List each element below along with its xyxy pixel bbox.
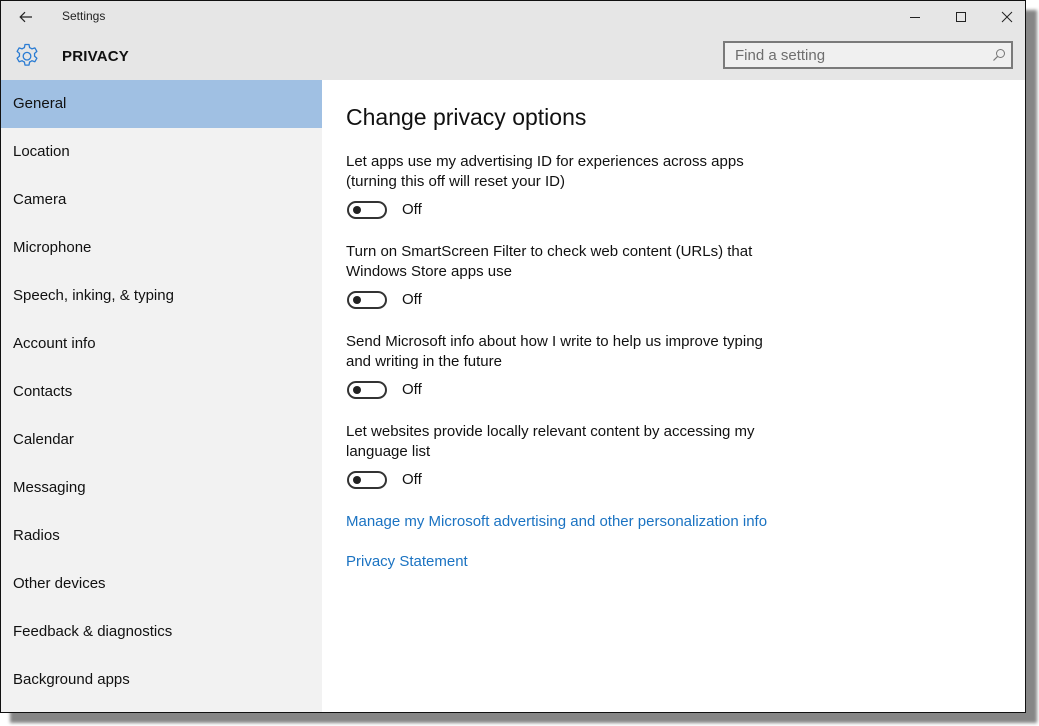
privacy-statement-link[interactable]: Privacy Statement xyxy=(346,553,468,570)
toggle-state-label: Off xyxy=(402,381,422,398)
toggle-state-label: Off xyxy=(402,201,422,218)
minimize-button[interactable] xyxy=(892,1,938,33)
gear-icon xyxy=(16,43,38,66)
sidebar-item-calendar[interactable]: Calendar xyxy=(1,416,322,464)
sidebar-item-radios[interactable]: Radios xyxy=(1,512,322,560)
setting-description: Send Microsoft info about how I write to… xyxy=(346,333,763,370)
setting-smartscreen: Turn on SmartScreen Filter to check web … xyxy=(346,242,796,314)
header: Settings PRIVACY Find a setting xyxy=(1,1,1025,80)
toggle-knob xyxy=(353,476,361,484)
sidebar-item-other-devices[interactable]: Other devices xyxy=(1,560,322,608)
setting-description: Let websites provide locally relevant co… xyxy=(346,423,755,460)
close-icon xyxy=(1001,11,1013,23)
toggle-row: Off xyxy=(346,200,796,224)
maximize-icon xyxy=(956,12,966,22)
settings-window: Settings PRIVACY Find a setting General … xyxy=(0,0,1026,713)
setting-description: Turn on SmartScreen Filter to check web … xyxy=(346,243,753,280)
typing-info-toggle[interactable] xyxy=(347,381,387,399)
sidebar-item-microphone[interactable]: Microphone xyxy=(1,224,322,272)
smartscreen-toggle[interactable] xyxy=(347,291,387,309)
maximize-button[interactable] xyxy=(938,1,984,33)
manage-advertising-link[interactable]: Manage my Microsoft advertising and othe… xyxy=(346,513,767,530)
toggle-knob xyxy=(353,206,361,214)
page-title: PRIVACY xyxy=(62,48,129,65)
toggle-knob xyxy=(353,296,361,304)
minimize-icon xyxy=(910,17,920,18)
toggle-state-label: Off xyxy=(402,291,422,308)
sidebar-item-feedback-diagnostics[interactable]: Feedback & diagnostics xyxy=(1,608,322,656)
toggle-row: Off xyxy=(346,290,796,314)
search-input[interactable] xyxy=(725,43,985,67)
setting-advertising-id: Let apps use my advertising ID for exper… xyxy=(346,152,796,224)
toggle-row: Off xyxy=(346,470,796,494)
search-icon[interactable] xyxy=(992,48,1006,62)
section-heading: Change privacy options xyxy=(346,104,587,130)
sidebar-item-camera[interactable]: Camera xyxy=(1,176,322,224)
arrow-left-icon xyxy=(19,11,32,23)
sidebar-nav: General Location Camera Microphone Speec… xyxy=(1,80,322,712)
setting-language-list: Let websites provide locally relevant co… xyxy=(346,422,796,494)
sidebar-item-account-info[interactable]: Account info xyxy=(1,320,322,368)
language-list-toggle[interactable] xyxy=(347,471,387,489)
search-box[interactable] xyxy=(723,41,1013,69)
toggle-knob xyxy=(353,386,361,394)
sidebar-item-location[interactable]: Location xyxy=(1,128,322,176)
sidebar-item-messaging[interactable]: Messaging xyxy=(1,464,322,512)
back-button[interactable] xyxy=(9,3,43,31)
title-bar: Settings xyxy=(1,1,1025,33)
sidebar-item-speech-inking-typing[interactable]: Speech, inking, & typing xyxy=(1,272,322,320)
setting-typing-info: Send Microsoft info about how I write to… xyxy=(346,332,796,404)
sidebar-item-contacts[interactable]: Contacts xyxy=(1,368,322,416)
app-title: Settings xyxy=(62,9,106,23)
setting-description: Let apps use my advertising ID for exper… xyxy=(346,153,744,190)
toggle-state-label: Off xyxy=(402,471,422,488)
sidebar-item-background-apps[interactable]: Background apps xyxy=(1,656,322,704)
toggle-row: Off xyxy=(346,380,796,404)
close-button[interactable] xyxy=(984,1,1025,33)
advertising-id-toggle[interactable] xyxy=(347,201,387,219)
page-header: PRIVACY xyxy=(1,37,701,77)
sidebar-item-general[interactable]: General xyxy=(1,80,322,128)
